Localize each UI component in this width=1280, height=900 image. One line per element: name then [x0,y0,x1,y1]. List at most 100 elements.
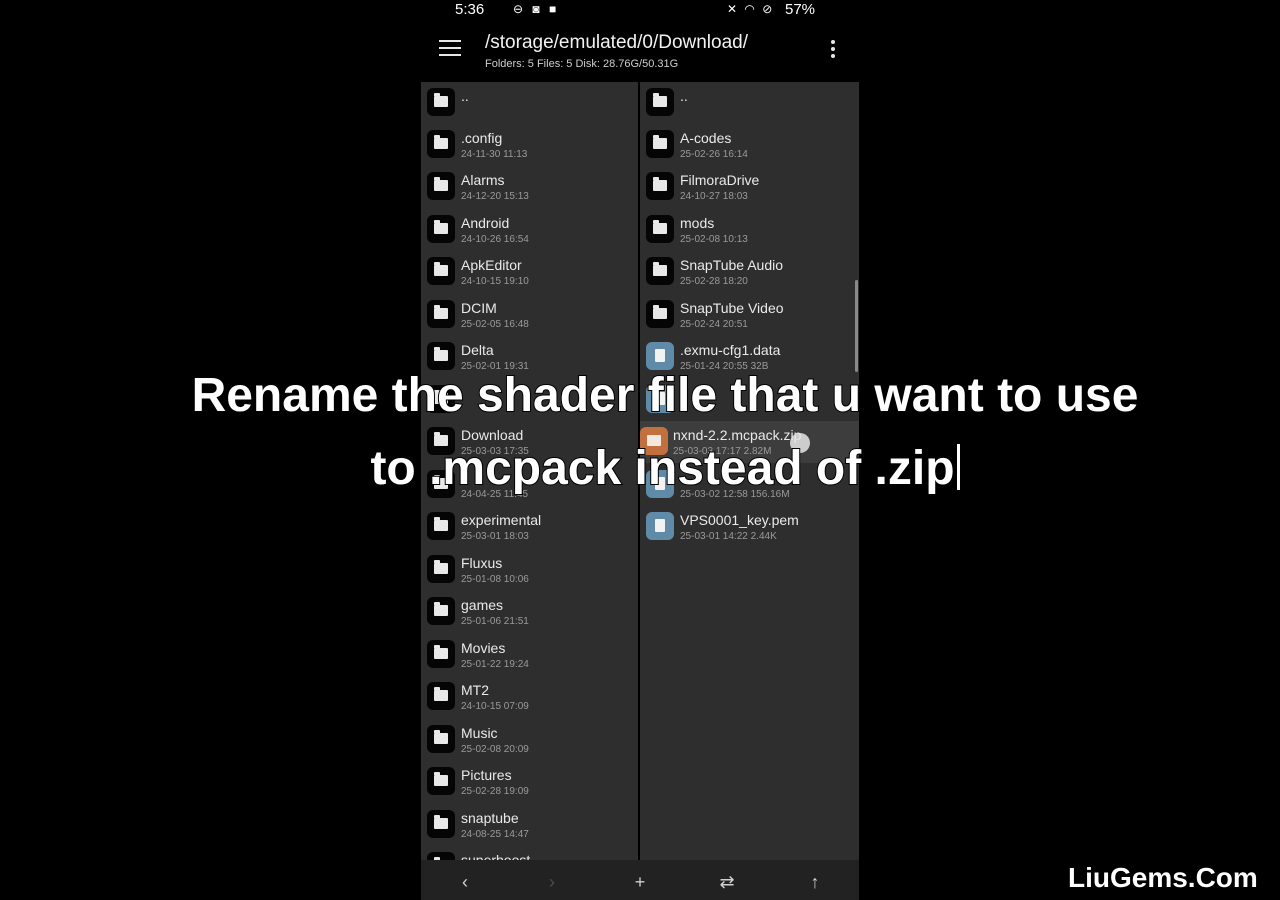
list-item[interactable]: .. [421,82,638,124]
folder-icon [427,172,455,200]
item-name: Android [461,215,510,231]
item-meta: 25-01-08 10:06 [461,574,529,585]
list-item[interactable]: ApkEditor 24-10-15 19:10 [421,251,638,293]
current-path: /storage/emulated/0/Download/ [485,32,748,53]
item-name: games [461,597,504,613]
item-name: A-codes [680,130,732,146]
status-time: 5:36 [455,1,485,18]
item-name: Movies [461,640,506,656]
item-meta: 24-08-25 14:47 [461,829,529,840]
folder-icon [427,257,455,285]
folder-icon [427,852,455,860]
folder-icon [427,88,455,116]
item-meta: 24-12-20 15:13 [461,191,529,202]
item-meta: 24-11-30 11:13 [461,149,528,160]
list-item[interactable]: Fluxus 25-01-08 10:06 [421,549,638,591]
folder-icon [427,767,455,795]
status-bar: 5:36 ⊖ ◙ ■ ✕ ◠ ⊘ 57% [421,0,859,22]
forward-button[interactable]: › [532,872,572,893]
item-name: DCIM [461,300,497,316]
folder-icon [646,130,674,158]
list-item[interactable]: experimental 25-03-01 18:03 [421,506,638,548]
folder-icon [427,300,455,328]
item-meta: 25-02-05 16:48 [461,319,529,330]
list-item[interactable]: Movies 25-01-22 19:24 [421,634,638,676]
item-name: .config [461,130,503,146]
folder-icon [427,725,455,753]
caption-line-2: to .mcpack instead of .zip [0,441,1280,496]
folder-icon [646,215,674,243]
list-item[interactable]: Android 24-10-26 16:54 [421,209,638,251]
list-item[interactable]: DCIM 25-02-05 16:48 [421,294,638,336]
item-meta: 25-03-01 14:22 2.44K [680,531,777,542]
item-meta: 24-10-26 16:54 [461,234,529,245]
item-name: SnapTube Audio [680,257,784,273]
folder-icon [427,130,455,158]
item-name: Pictures [461,767,512,783]
item-name: Fluxus [461,555,503,571]
list-item[interactable]: Alarms 24-12-20 15:13 [421,166,638,208]
list-item[interactable]: games 25-01-06 21:51 [421,591,638,633]
item-name: FilmoraDrive [680,172,760,188]
battery-level: 57% [785,1,816,18]
item-meta: 25-02-28 18:20 [680,276,748,287]
folder-icon [427,597,455,625]
folder-icon [427,342,455,370]
folder-icon [427,682,455,710]
list-item[interactable]: snaptube 24-08-25 14:47 [421,804,638,846]
hamburger-menu-icon[interactable] [439,40,461,58]
swap-panes-button[interactable]: ⇄ [707,872,747,893]
item-name: Alarms [461,172,505,188]
item-meta: 25-02-28 19:09 [461,786,529,797]
item-name: .. [680,88,688,104]
scrollbar[interactable] [855,280,858,372]
caption-line-1: Rename the shader file that u want to us… [191,368,1140,423]
item-meta: 24-10-27 18:03 [680,191,748,202]
file-icon [646,342,674,370]
system-icons: ✕ ◠ ⊘ [727,2,775,16]
list-item[interactable]: Pictures 25-02-28 19:09 [421,761,638,803]
list-item[interactable]: .config 24-11-30 11:13 [421,124,638,166]
caption-line-2-text: to .mcpack instead of .zip [369,441,955,496]
app-bar: /storage/emulated/0/Download/ Folders: 5… [421,28,859,80]
list-item[interactable]: SnapTube Video 25-02-24 20:51 [640,294,859,336]
item-meta: 25-02-08 10:13 [680,234,748,245]
back-button[interactable]: ‹ [445,872,485,893]
list-item[interactable]: FilmoraDrive 24-10-27 18:03 [640,166,859,208]
item-meta: 24-10-15 07:09 [461,701,529,712]
watermark: LiuGems.Com [1068,862,1258,893]
bottom-toolbar: ‹ › + ⇄ ↑ [421,860,859,900]
item-name: MT2 [461,682,489,698]
folder-icon [646,300,674,328]
item-meta: 25-01-06 21:51 [461,616,529,627]
folder-icon [646,88,674,116]
item-name: experimental [461,512,542,528]
list-item[interactable]: superboost [421,846,638,860]
item-name: .. [461,88,469,104]
list-item[interactable]: A-codes 25-02-26 16:14 [640,124,859,166]
item-meta: 24-10-15 19:10 [461,276,529,287]
folder-icon [427,215,455,243]
list-item[interactable]: SnapTube Audio 25-02-28 18:20 [640,251,859,293]
item-meta: 25-01-22 19:24 [461,659,529,670]
item-meta: 25-02-24 20:51 [680,319,748,330]
item-name: SnapTube Video [680,300,784,316]
more-options-icon[interactable] [825,40,841,64]
list-item[interactable]: MT2 24-10-15 07:09 [421,676,638,718]
item-meta: 25-02-08 20:09 [461,744,529,755]
item-meta: 25-03-01 18:03 [461,531,529,542]
parent-folder-button[interactable]: ↑ [795,872,835,893]
list-item[interactable]: mods 25-02-08 10:13 [640,209,859,251]
folder-icon [427,512,455,540]
folder-icon [427,640,455,668]
item-name: snaptube [461,810,519,826]
item-name: ApkEditor [461,257,522,273]
list-item[interactable]: VPS0001_key.pem 25-03-01 14:22 2.44K [640,506,859,548]
folder-icon [427,555,455,583]
item-name: .exmu-cfg1.data [680,342,781,358]
list-item[interactable]: Music 25-02-08 20:09 [421,719,638,761]
item-name: mods [680,215,715,231]
list-item[interactable]: .. [640,82,859,124]
add-button[interactable]: + [620,872,660,893]
folder-icon [646,257,674,285]
